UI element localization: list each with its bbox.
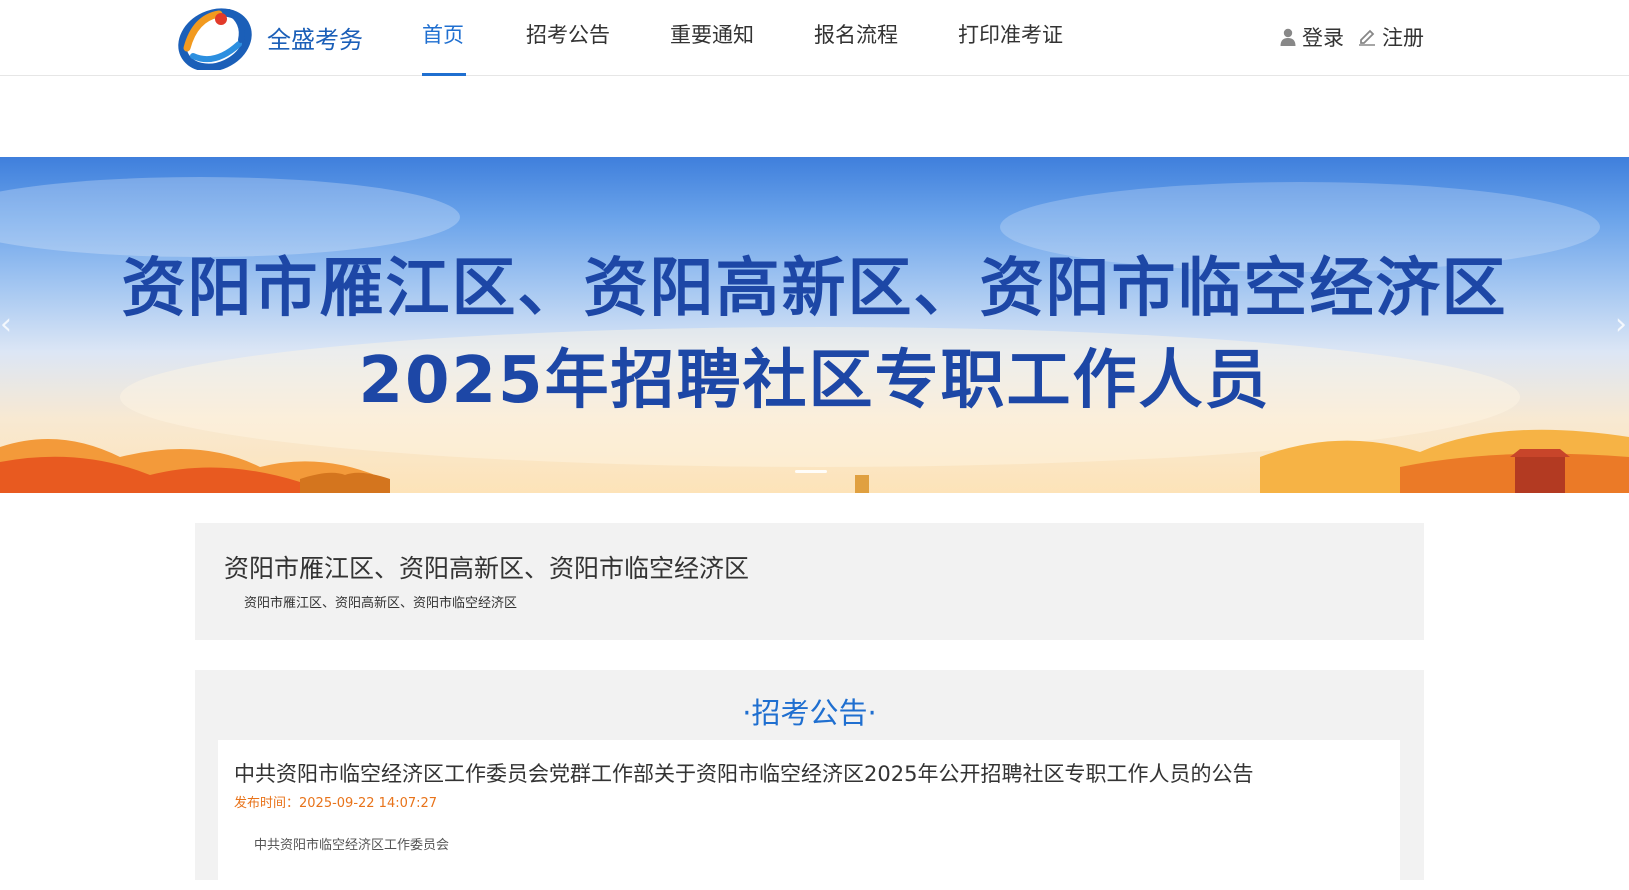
site-logo[interactable] — [175, 4, 257, 70]
announcements-heading: ·招考公告· — [742, 696, 877, 730]
announcement-title[interactable]: 中共资阳市临空经济区工作委员会党群工作部关于资阳市临空经济区2025年公开招聘社… — [234, 758, 1253, 788]
org-subtitle: 资阳市雁江区、资阳高新区、资阳市临空经济区 — [244, 596, 518, 611]
user-icon — [1280, 28, 1296, 46]
login-label: 登录 — [1302, 26, 1344, 50]
login-link[interactable]: 登录 — [1280, 22, 1344, 52]
org-title: 资阳市雁江区、资阳高新区、资阳市临空经济区 — [224, 554, 750, 583]
banner-title-line-2: 2025年招聘社区专职工作人员 — [358, 344, 1271, 418]
chevron-right-icon[interactable]: › — [1615, 307, 1627, 342]
site-header: 全盛考务 首页 招考公告 重要通知 报名流程 打印准考证 登录 注册 — [0, 0, 1629, 76]
register-link[interactable]: 注册 — [1358, 22, 1424, 52]
nav-announcements[interactable]: 招考公告 — [526, 0, 610, 76]
main-nav: 首页 招考公告 重要通知 报名流程 打印准考证 — [400, 0, 1063, 76]
register-label: 注册 — [1382, 26, 1424, 50]
chevron-left-icon[interactable]: ‹ — [0, 307, 12, 342]
nav-notices[interactable]: 重要通知 — [670, 0, 754, 76]
hero-banner[interactable]: 资阳市雁江区、资阳高新区、资阳市临空经济区 2025年招聘社区专职工作人员 ‹ … — [0, 157, 1629, 493]
announcement-org: 中共资阳市临空经济区工作委员会 — [254, 838, 450, 853]
user-links: 登录 注册 — [1280, 22, 1438, 52]
brand-name[interactable]: 全盛考务 — [267, 20, 363, 55]
announcements-section: ·招考公告· 中共资阳市临空经济区工作委员会党群工作部关于资阳市临空经济区202… — [195, 670, 1424, 890]
org-info-panel: 资阳市雁江区、资阳高新区、资阳市临空经济区 资阳市雁江区、资阳高新区、资阳市临空… — [195, 523, 1424, 640]
nav-print-admission-ticket[interactable]: 打印准考证 — [958, 0, 1063, 76]
nav-registration-process[interactable]: 报名流程 — [814, 0, 898, 76]
pencil-icon — [1359, 29, 1375, 46]
announcement-date: 发布时间：2025-09-22 14:07:27 — [234, 796, 438, 811]
nav-home[interactable]: 首页 — [422, 0, 466, 76]
announcement-card[interactable]: 中共资阳市临空经济区工作委员会党群工作部关于资阳市临空经济区2025年公开招聘社… — [218, 740, 1400, 890]
banner-title-line-1: 资阳市雁江区、资阳高新区、资阳市临空经济区 — [121, 252, 1508, 326]
carousel-indicator[interactable] — [795, 470, 827, 473]
